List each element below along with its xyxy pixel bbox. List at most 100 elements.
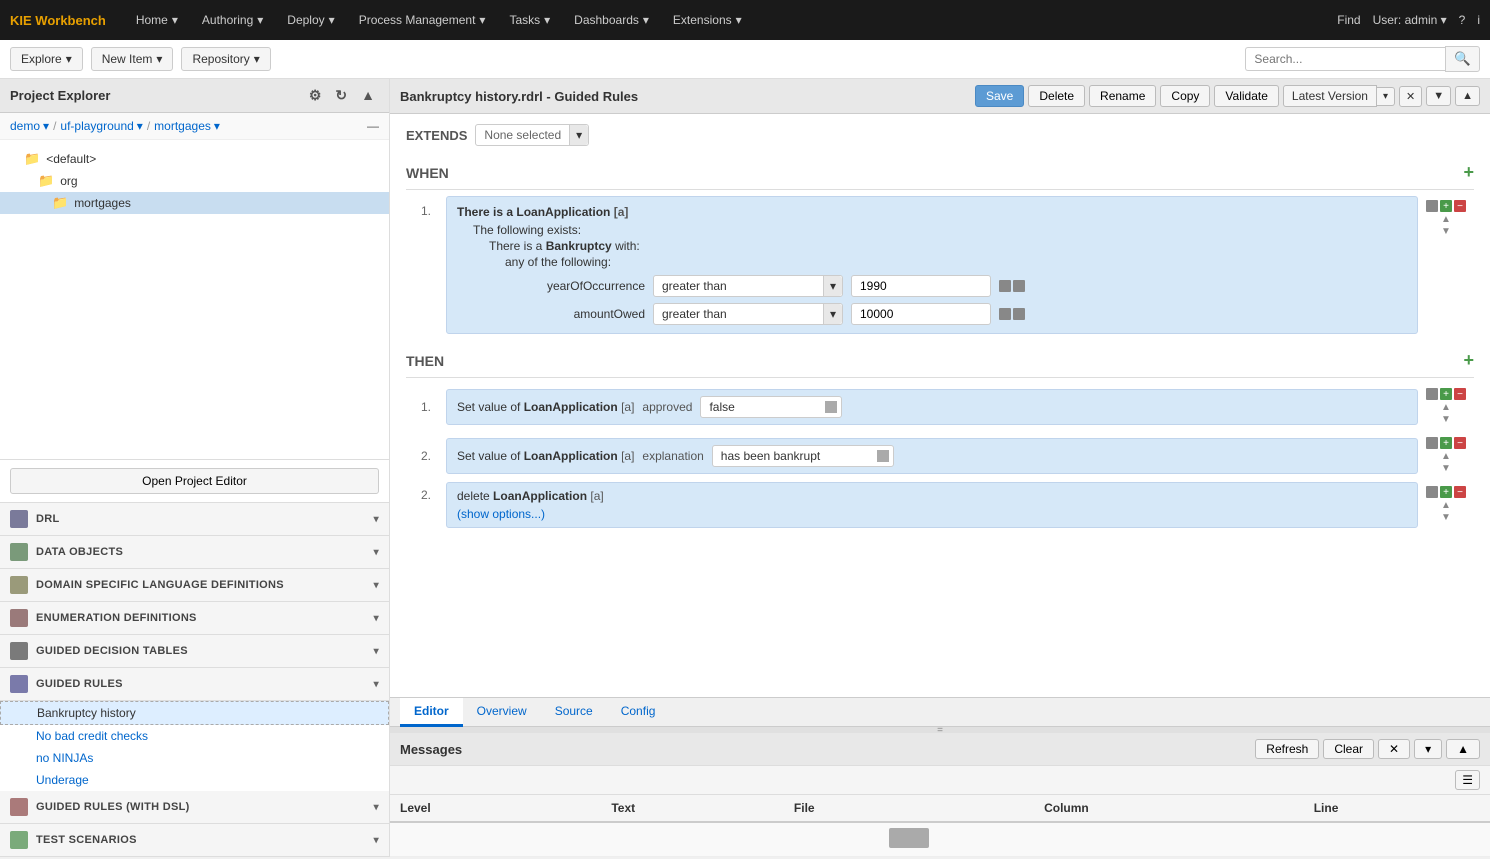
tree-item-mortgages[interactable]: 📁 mortgages bbox=[0, 192, 389, 214]
messages-down-icon[interactable]: ▾ bbox=[1414, 739, 1442, 759]
tab-source[interactable]: Source bbox=[541, 698, 607, 727]
guided-rules-no-bad-credit[interactable]: No bad credit checks bbox=[0, 725, 389, 747]
nav-home[interactable]: Home ▾ bbox=[126, 8, 188, 32]
then-action-1-clear-icon[interactable] bbox=[825, 401, 837, 413]
cond1-add-icon[interactable]: + bbox=[1440, 200, 1452, 212]
nav-extensions[interactable]: Extensions ▾ bbox=[663, 8, 752, 32]
tab-config[interactable]: Config bbox=[607, 698, 670, 727]
close-messages-icon[interactable]: ✕ bbox=[1378, 739, 1410, 759]
year-ctrl-2[interactable] bbox=[1013, 280, 1025, 292]
then3-add-icon[interactable]: + bbox=[1440, 486, 1452, 498]
tab-overview[interactable]: Overview bbox=[463, 698, 541, 727]
section-dsl[interactable]: DOMAIN SPECIFIC LANGUAGE DEFINITIONS ▾ bbox=[0, 569, 389, 602]
refresh-sidebar-icon[interactable]: ↻ bbox=[331, 85, 351, 106]
amount-ctrl-2[interactable] bbox=[1013, 308, 1025, 320]
section-guided-rules[interactable]: GUIDED RULES ▾ bbox=[0, 668, 389, 701]
amount-operator-dropdown[interactable]: greater than ▾ bbox=[653, 303, 843, 325]
cond1-up-icon[interactable]: ▲ bbox=[1441, 214, 1451, 225]
amount-operator-arrow[interactable]: ▾ bbox=[823, 304, 842, 324]
then3-delete-icon[interactable]: − bbox=[1454, 486, 1466, 498]
nav-process-management[interactable]: Process Management ▾ bbox=[349, 8, 496, 32]
delete-button[interactable]: Delete bbox=[1028, 85, 1085, 107]
gear-icon[interactable]: ⚙ bbox=[305, 85, 326, 106]
help-icon[interactable]: ? bbox=[1459, 13, 1466, 27]
tab-editor[interactable]: Editor bbox=[400, 698, 463, 727]
expand-icon[interactable]: ▲ bbox=[357, 85, 379, 106]
add-then-action-button[interactable]: + bbox=[1463, 350, 1474, 371]
open-project-editor-button[interactable]: Open Project Editor bbox=[10, 468, 379, 494]
close-rule-icon[interactable]: ✕ bbox=[1399, 86, 1422, 107]
rename-button[interactable]: Rename bbox=[1089, 85, 1156, 107]
new-item-button[interactable]: New Item ▾ bbox=[91, 47, 174, 71]
year-operator-dropdown[interactable]: greater than ▾ bbox=[653, 275, 843, 297]
rule-editor-body: EXTENDS None selected ▾ WHEN + 1. There … bbox=[390, 114, 1490, 697]
find-link[interactable]: Find bbox=[1337, 13, 1360, 27]
section-test-scenarios[interactable]: TEST SCENARIOS ▾ bbox=[0, 824, 389, 857]
user-menu[interactable]: User: admin ▾ bbox=[1373, 13, 1447, 27]
breadcrumb-demo[interactable]: demo ▾ bbox=[10, 119, 49, 133]
collapse-rule-icon[interactable]: ▼ bbox=[1426, 86, 1451, 106]
then1-ctrl-box[interactable] bbox=[1426, 388, 1438, 400]
collapse-breadcrumb-icon[interactable]: — bbox=[367, 119, 379, 133]
section-guided-decision-tables[interactable]: GUIDED DECISION TABLES ▾ bbox=[0, 635, 389, 668]
test-scenarios-icon bbox=[10, 831, 28, 849]
nav-authoring[interactable]: Authoring ▾ bbox=[192, 8, 273, 32]
section-enum[interactable]: ENUMERATION DEFINITIONS ▾ bbox=[0, 602, 389, 635]
repository-button[interactable]: Repository ▾ bbox=[181, 47, 270, 71]
then1-down-icon[interactable]: ▼ bbox=[1441, 414, 1451, 425]
nav-tasks[interactable]: Tasks ▾ bbox=[499, 8, 560, 32]
guided-rules-underage[interactable]: Underage bbox=[0, 769, 389, 791]
nav-dashboards[interactable]: Dashboards ▾ bbox=[564, 8, 659, 32]
refresh-messages-button[interactable]: Refresh bbox=[1255, 739, 1319, 759]
breadcrumb-mortgages[interactable]: mortgages ▾ bbox=[154, 119, 220, 133]
section-guided-rules-dsl[interactable]: GUIDED RULES (WITH DSL) ▾ bbox=[0, 791, 389, 824]
cond1-ctrl-box1[interactable] bbox=[1426, 200, 1438, 212]
then1-up-icon[interactable]: ▲ bbox=[1441, 402, 1451, 413]
tree-item-default[interactable]: 📁 <default> bbox=[0, 148, 389, 170]
nav-deploy[interactable]: Deploy ▾ bbox=[277, 8, 344, 32]
then2-delete-icon[interactable]: − bbox=[1454, 437, 1466, 449]
then1-add-icon[interactable]: + bbox=[1440, 388, 1452, 400]
cond1-down-icon[interactable]: ▼ bbox=[1441, 226, 1451, 237]
search-button[interactable]: 🔍 bbox=[1445, 46, 1480, 72]
validate-button[interactable]: Validate bbox=[1214, 85, 1278, 107]
amount-ctrl-1[interactable] bbox=[999, 308, 1011, 320]
version-button: Latest Version ▾ bbox=[1283, 85, 1395, 107]
then1-delete-icon[interactable]: − bbox=[1454, 388, 1466, 400]
then2-add-icon[interactable]: + bbox=[1440, 437, 1452, 449]
cond1-delete-icon[interactable]: − bbox=[1454, 200, 1466, 212]
guided-rules-bankruptcy-history[interactable]: Bankruptcy history bbox=[0, 701, 389, 725]
copy-button[interactable]: Copy bbox=[1160, 85, 1210, 107]
explore-button[interactable]: Explore ▾ bbox=[10, 47, 83, 71]
then2-up-icon[interactable]: ▲ bbox=[1441, 451, 1451, 462]
section-data-objects[interactable]: DATA OBJECTS ▾ bbox=[0, 536, 389, 569]
then3-up-icon[interactable]: ▲ bbox=[1441, 500, 1451, 511]
info-icon[interactable]: i bbox=[1477, 13, 1480, 27]
maximize-rule-icon[interactable]: ▲ bbox=[1455, 86, 1480, 106]
then2-down-icon[interactable]: ▼ bbox=[1441, 463, 1451, 474]
year-operator-arrow[interactable]: ▾ bbox=[823, 276, 842, 296]
breadcrumb-uf-playground[interactable]: uf-playground ▾ bbox=[60, 119, 142, 133]
search-input[interactable] bbox=[1245, 47, 1445, 71]
add-when-condition-button[interactable]: + bbox=[1463, 162, 1474, 183]
section-drl[interactable]: DRL ▾ bbox=[0, 503, 389, 536]
extends-select[interactable]: None selected ▾ bbox=[475, 124, 589, 146]
clear-messages-button[interactable]: Clear bbox=[1323, 739, 1374, 759]
year-value-input[interactable] bbox=[851, 275, 991, 297]
then3-down-icon[interactable]: ▼ bbox=[1441, 512, 1451, 523]
amount-value-input[interactable] bbox=[851, 303, 991, 325]
year-ctrl-1[interactable] bbox=[999, 280, 1011, 292]
then2-ctrl-box[interactable] bbox=[1426, 437, 1438, 449]
messages-up-icon[interactable]: ▲ bbox=[1446, 739, 1480, 759]
save-button[interactable]: Save bbox=[975, 85, 1024, 107]
version-dropdown-arrow[interactable]: ▾ bbox=[1377, 87, 1395, 106]
then3-ctrl-box[interactable] bbox=[1426, 486, 1438, 498]
show-options-link[interactable]: (show options...) bbox=[457, 507, 1407, 521]
guided-rules-no-ninjas[interactable]: no NINJAs bbox=[0, 747, 389, 769]
extends-dropdown-arrow[interactable]: ▾ bbox=[569, 125, 588, 145]
messages-list-view-button[interactable]: ☰ bbox=[1455, 770, 1480, 790]
condition-1-content: There is a LoanApplication [a] The follo… bbox=[446, 196, 1418, 334]
latest-version-button[interactable]: Latest Version bbox=[1283, 85, 1377, 107]
then-action-2-clear-icon[interactable] bbox=[877, 450, 889, 462]
tree-item-org[interactable]: 📁 org bbox=[0, 170, 389, 192]
